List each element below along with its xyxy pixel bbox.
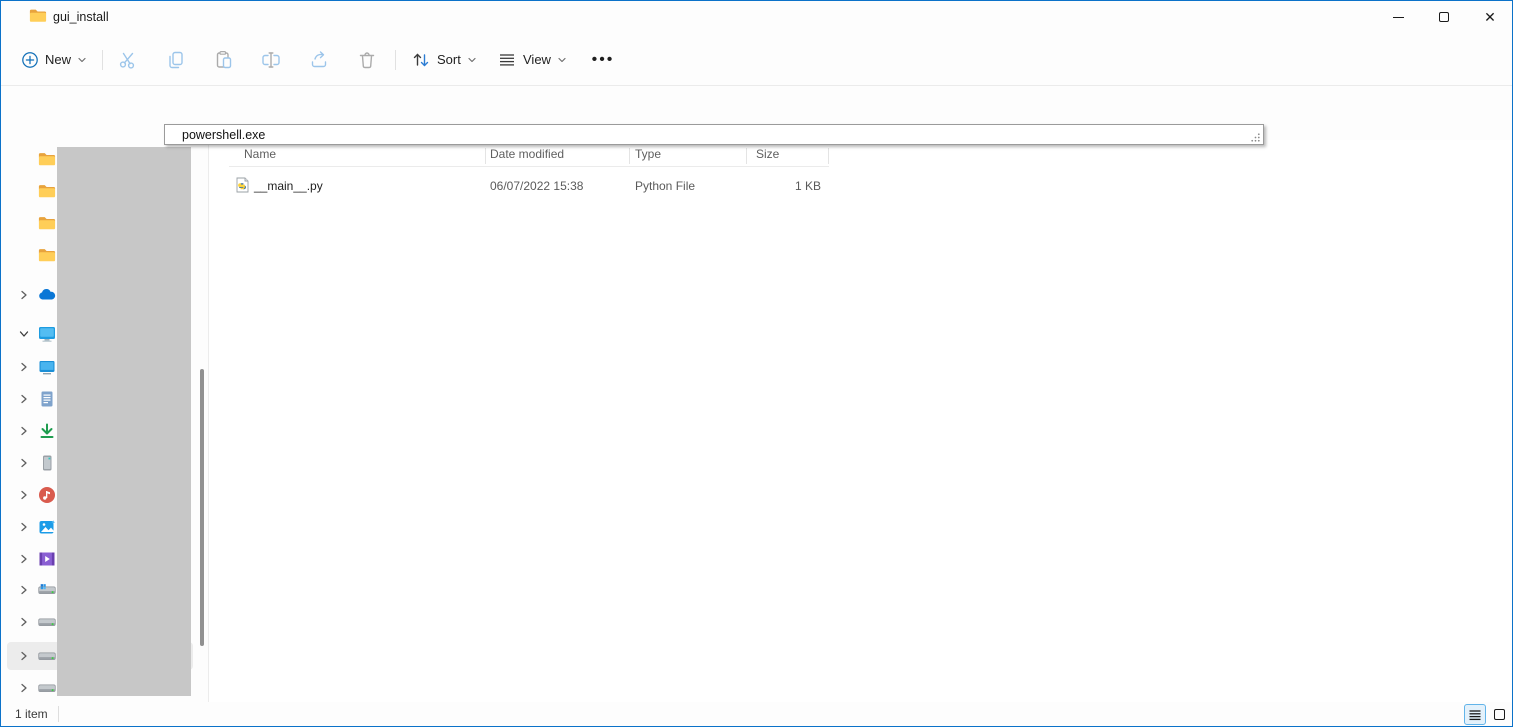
ellipsis-icon: ••• — [592, 51, 615, 69]
sort-button-label: Sort — [437, 52, 461, 67]
plus-circle-icon — [21, 51, 39, 69]
this-pc-icon — [38, 325, 56, 343]
downloads-icon — [38, 422, 56, 440]
view-button-label: View — [523, 52, 551, 67]
new-button[interactable]: New — [13, 43, 95, 76]
file-name[interactable]: __main__.py — [254, 179, 323, 193]
toolbar-separator — [395, 50, 396, 70]
resize-grip-icon[interactable] — [1250, 132, 1261, 143]
paste-icon — [214, 50, 234, 70]
file-type: Python File — [635, 179, 695, 193]
cut-icon — [118, 50, 138, 70]
column-header-name[interactable]: Name — [244, 147, 276, 161]
desktop-icon — [38, 358, 56, 376]
chevron-right-icon[interactable] — [18, 361, 30, 373]
file-explorer-window: gui_install ✕ New Sort — [0, 0, 1513, 727]
share-icon — [309, 50, 329, 70]
suggestion-item[interactable]: powershell.exe — [182, 128, 265, 142]
chevron-right-icon[interactable] — [18, 584, 30, 596]
large-icons-view-button[interactable] — [1488, 704, 1510, 725]
maximize-icon — [1439, 12, 1449, 22]
command-bar: New Sort View ••• — [1, 33, 1512, 86]
column-divider[interactable] — [629, 148, 630, 164]
file-list-pane: ⌃ Name Date modified Type Size __main__.… — [209, 140, 1513, 702]
view-lines-icon — [497, 50, 517, 70]
trash-icon — [357, 50, 377, 70]
header-underline — [229, 166, 829, 167]
sort-button[interactable]: Sort — [403, 43, 485, 76]
file-row[interactable]: __main__.py 06/07/2022 15:38 Python File… — [209, 172, 849, 198]
sidebar-scrollbar[interactable] — [200, 369, 204, 646]
minimize-icon — [1393, 17, 1404, 18]
view-button[interactable]: View — [489, 43, 575, 76]
navigation-pane — [1, 140, 208, 702]
copy-icon — [166, 50, 186, 70]
drive-icon — [38, 615, 56, 629]
folder-icon — [38, 246, 56, 264]
close-button[interactable]: ✕ — [1467, 1, 1513, 33]
window-title: gui_install — [53, 10, 109, 24]
phone-icon — [38, 454, 56, 472]
share-button[interactable] — [302, 44, 336, 76]
file-size: 1 KB — [746, 179, 821, 193]
sort-arrows-icon — [411, 50, 431, 70]
chevron-down-icon — [557, 55, 567, 65]
chevron-right-icon[interactable] — [18, 616, 30, 628]
status-separator — [58, 706, 59, 722]
copy-button[interactable] — [159, 44, 193, 76]
redacted-labels-overlay — [57, 147, 191, 696]
rename-button[interactable] — [254, 44, 288, 76]
chevron-right-icon[interactable] — [18, 489, 30, 501]
column-divider[interactable] — [746, 148, 747, 164]
drive-icon — [38, 649, 56, 663]
paste-button[interactable] — [207, 44, 241, 76]
rename-icon — [261, 50, 281, 70]
column-divider[interactable] — [828, 148, 829, 164]
chevron-right-icon[interactable] — [18, 650, 30, 662]
close-icon: ✕ — [1484, 10, 1496, 24]
item-count: 1 item — [15, 707, 48, 721]
minimize-button[interactable] — [1375, 1, 1421, 33]
chevron-right-icon[interactable] — [18, 425, 30, 437]
maximize-button[interactable] — [1421, 1, 1467, 33]
new-button-label: New — [45, 52, 71, 67]
chevron-right-icon[interactable] — [18, 521, 30, 533]
chevron-down-icon — [77, 55, 87, 65]
folder-icon — [38, 150, 56, 168]
videos-icon — [38, 550, 56, 568]
folder-icon — [29, 8, 47, 23]
pictures-icon — [38, 518, 56, 536]
column-divider[interactable] — [485, 148, 486, 164]
chevron-right-icon[interactable] — [18, 457, 30, 469]
folder-icon — [38, 182, 56, 200]
details-view-button[interactable] — [1464, 704, 1486, 725]
documents-icon — [38, 390, 56, 408]
chevron-right-icon[interactable] — [18, 553, 30, 565]
toolbar-separator — [102, 50, 103, 70]
chevron-right-icon[interactable] — [18, 682, 30, 694]
column-header-size[interactable]: Size — [756, 147, 779, 161]
chevron-right-icon[interactable] — [18, 393, 30, 405]
cut-button[interactable] — [111, 44, 145, 76]
chevron-right-icon[interactable] — [18, 289, 30, 301]
status-bar: 1 item — [1, 702, 1512, 727]
chevron-down-icon — [467, 55, 477, 65]
column-header-date-modified[interactable]: Date modified — [490, 147, 564, 161]
onedrive-icon — [38, 288, 56, 302]
column-header-type[interactable]: Type — [635, 147, 661, 161]
music-icon — [38, 486, 56, 504]
file-date-modified: 06/07/2022 15:38 — [490, 179, 583, 193]
more-options-button[interactable]: ••• — [585, 44, 621, 76]
drive-icon — [38, 681, 56, 695]
delete-button[interactable] — [350, 44, 384, 76]
address-suggestion-popup: powershell.exe — [164, 124, 1264, 145]
explorer-body: ⌃ Name Date modified Type Size __main__.… — [1, 140, 1512, 702]
large-icons-view-icon — [1494, 709, 1505, 720]
details-view-icon — [1468, 708, 1482, 722]
title-bar: gui_install ✕ — [1, 1, 1512, 33]
python-file-icon — [234, 177, 250, 193]
windows-drive-icon — [38, 583, 56, 597]
chevron-down-icon[interactable] — [18, 328, 30, 340]
folder-icon — [38, 214, 56, 232]
